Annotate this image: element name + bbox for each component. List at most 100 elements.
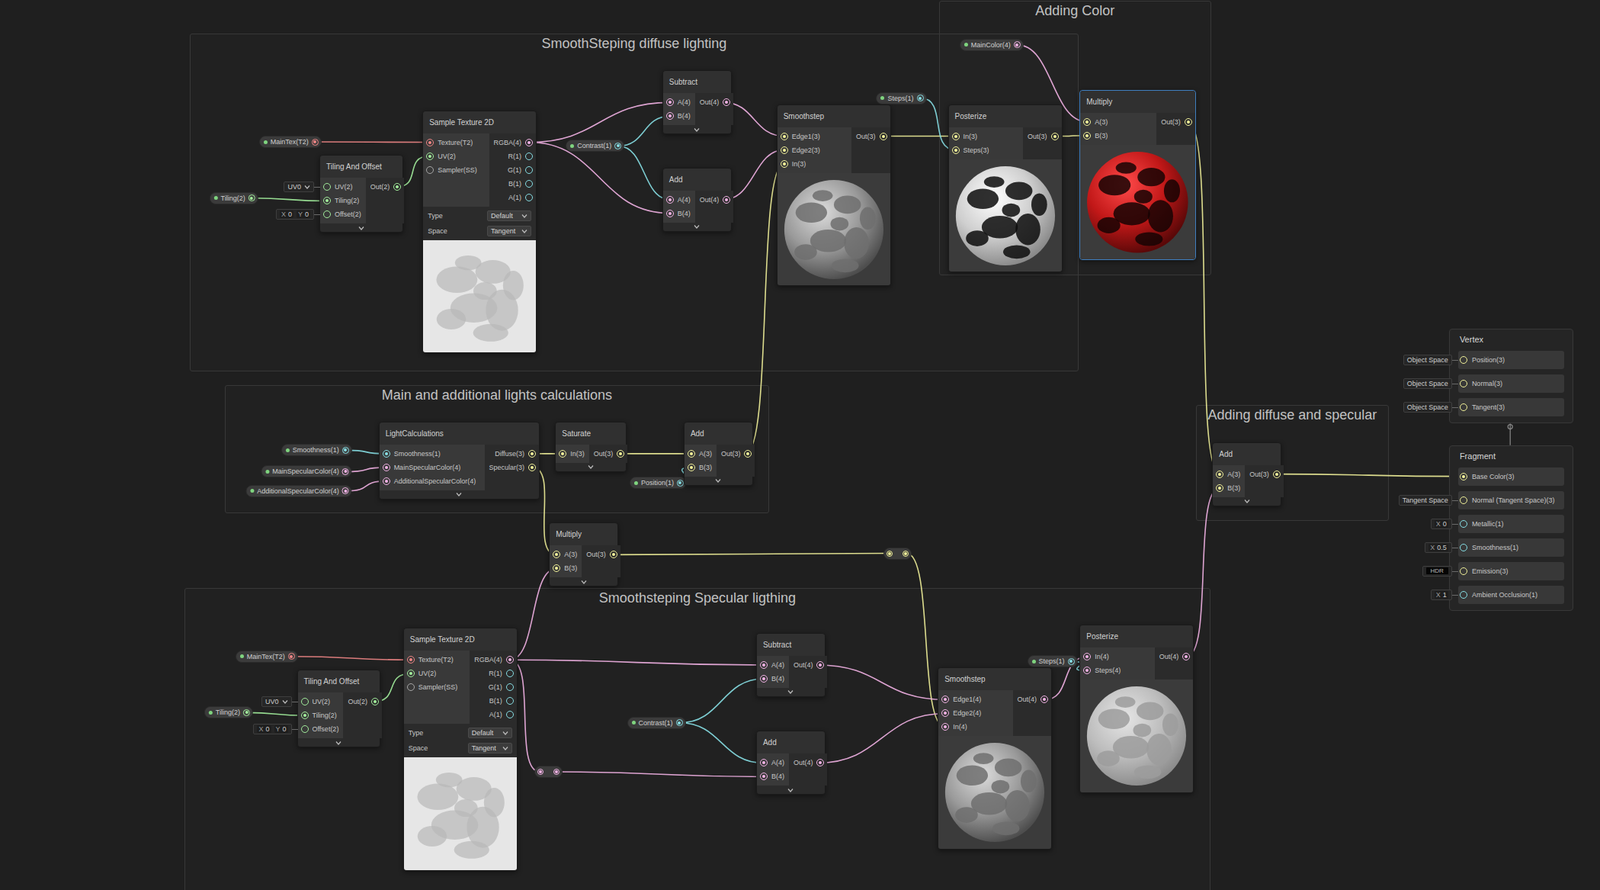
- graph-node[interactable]: MultiplyA(3)B(3)Out(3): [548, 522, 619, 587]
- wire[interactable]: [1273, 474, 1464, 477]
- input-port[interactable]: A(4): [663, 192, 696, 207]
- input-port[interactable]: B(4): [756, 769, 789, 783]
- collapse-toggle[interactable]: [663, 125, 732, 134]
- field-dropdown[interactable]: Tangent: [468, 742, 513, 754]
- node-title[interactable]: Sample Texture 2D: [404, 628, 517, 651]
- node-title[interactable]: Saturate: [555, 422, 626, 445]
- field-dropdown[interactable]: Default: [487, 210, 532, 222]
- node-title[interactable]: Add: [663, 168, 732, 191]
- stack-block[interactable]: Base Color(3): [1458, 467, 1565, 486]
- property-node[interactable]: MainSpecularColor(4): [260, 464, 353, 478]
- node-title[interactable]: Tiling And Offset: [320, 155, 403, 178]
- port-dot[interactable]: [371, 697, 379, 706]
- output-port[interactable]: Out(2): [365, 179, 405, 194]
- port-dot[interactable]: [506, 682, 514, 691]
- graph-node[interactable]: MultiplyA(3)B(3)Out(3): [1079, 89, 1196, 261]
- port-dot[interactable]: [506, 710, 514, 719]
- chevron-down-icon[interactable]: [358, 225, 365, 231]
- output-port[interactable]: B(1): [484, 693, 517, 708]
- collapse-toggle[interactable]: [684, 476, 753, 485]
- property-node[interactable]: MainColor(4): [959, 38, 1024, 52]
- input-port[interactable]: UV(2): [423, 149, 489, 164]
- port-dot[interactable]: [1184, 118, 1193, 126]
- wire[interactable]: [246, 711, 305, 716]
- property-node[interactable]: Tiling(2): [208, 192, 258, 205]
- graph-node[interactable]: AddA(4)B(4)Out(4): [756, 730, 826, 795]
- port-dot[interactable]: [1083, 131, 1091, 140]
- input-port[interactable]: Tiling(2): [298, 708, 344, 722]
- port-dot[interactable]: [426, 152, 434, 161]
- port-dot[interactable]: [1459, 543, 1468, 552]
- redirect-node[interactable]: [883, 547, 912, 560]
- output-port[interactable]: Out(4): [1154, 649, 1194, 664]
- vector-field[interactable]: Y0: [274, 724, 289, 733]
- port-dot[interactable]: [666, 209, 674, 218]
- port-dot[interactable]: [558, 449, 567, 458]
- wire[interactable]: [610, 553, 889, 555]
- group-title[interactable]: Smoothsteping Specular ligthing: [599, 588, 796, 607]
- port-dot[interactable]: [528, 449, 536, 458]
- output-port[interactable]: Out(3): [851, 129, 891, 144]
- wire[interactable]: [679, 722, 764, 764]
- graph-node[interactable]: SmoothstepEdge1(3)Edge2(3)In(3)Out(3): [776, 104, 892, 287]
- port-dot[interactable]: [1083, 666, 1091, 674]
- port-dot[interactable]: [342, 468, 350, 475]
- port-dot[interactable]: [780, 132, 789, 141]
- port-dot[interactable]: [609, 550, 618, 558]
- port-dot[interactable]: [323, 196, 331, 205]
- port-dot[interactable]: [1459, 496, 1468, 504]
- default-vector[interactable]: X0.5: [1424, 541, 1453, 553]
- input-port[interactable]: A(4): [756, 755, 789, 770]
- vector-field[interactable]: X0.5: [1428, 543, 1449, 552]
- port-dot[interactable]: [1272, 470, 1281, 478]
- output-port[interactable]: R(1): [503, 149, 537, 164]
- chevron-down-icon[interactable]: [335, 740, 342, 745]
- chevron-down-icon[interactable]: [787, 787, 794, 792]
- port-dot[interactable]: [759, 674, 768, 683]
- port-dot[interactable]: [916, 94, 924, 102]
- graph-node[interactable]: LightCalculationsSmoothness(1)MainSpecul…: [378, 421, 541, 500]
- chevron-down-icon[interactable]: [455, 491, 462, 497]
- input-port[interactable]: Edge2(3): [777, 143, 852, 158]
- port-dot[interactable]: [952, 132, 960, 141]
- stack-block[interactable]: Normal (Tangent Space)(3)Tangent Space: [1458, 490, 1565, 510]
- property-node[interactable]: Contrast(1): [627, 716, 687, 729]
- collapse-toggle[interactable]: [1212, 496, 1281, 506]
- port-dot[interactable]: [525, 152, 533, 161]
- input-port[interactable]: MainSpecularColor(4): [379, 460, 485, 475]
- vector-field[interactable]: Y0: [296, 210, 311, 219]
- default-space[interactable]: Object Space: [1403, 378, 1453, 389]
- chevron-down-icon[interactable]: [693, 127, 700, 132]
- port-dot[interactable]: [537, 768, 544, 775]
- node-title[interactable]: Posterize: [1080, 625, 1193, 648]
- default-dropdown[interactable]: UV0: [261, 695, 292, 707]
- port-dot[interactable]: [1459, 590, 1468, 599]
- port-dot[interactable]: [525, 179, 533, 188]
- port-dot[interactable]: [687, 449, 696, 458]
- input-port[interactable]: B(3): [549, 561, 582, 575]
- input-port[interactable]: In(3): [949, 129, 1023, 144]
- graph-node[interactable]: SaturateIn(3)Out(3): [554, 421, 627, 472]
- port-dot[interactable]: [886, 550, 893, 557]
- wire[interactable]: [618, 452, 692, 455]
- default-vector[interactable]: X0: [1430, 518, 1453, 530]
- port-dot[interactable]: [902, 550, 909, 557]
- wire[interactable]: [529, 102, 671, 142]
- output-port[interactable]: Out(2): [343, 694, 382, 709]
- default-vector[interactable]: X0Y0: [253, 723, 292, 735]
- port-dot[interactable]: [426, 138, 434, 147]
- chevron-down-icon[interactable]: [521, 228, 528, 234]
- port-dot[interactable]: [342, 487, 350, 494]
- port-dot[interactable]: [506, 655, 514, 664]
- port-dot[interactable]: [941, 722, 950, 731]
- graph-node[interactable]: AddA(3)B(3)Out(3): [683, 421, 754, 486]
- input-port[interactable]: B(3): [684, 460, 717, 475]
- output-port[interactable]: Out(4): [788, 755, 828, 770]
- property-node[interactable]: Steps(1): [1027, 654, 1078, 667]
- input-port[interactable]: Offset(2)X0Y0: [320, 207, 366, 222]
- property-node[interactable]: Contrast(1): [565, 139, 625, 152]
- collapse-toggle[interactable]: [320, 223, 403, 232]
- input-port[interactable]: In(3): [777, 157, 852, 171]
- graph-node[interactable]: Tiling And OffsetUV(2)UV0Tiling(2)Offset…: [319, 154, 404, 233]
- stack-block[interactable]: Smoothness(1)X0.5: [1458, 538, 1565, 557]
